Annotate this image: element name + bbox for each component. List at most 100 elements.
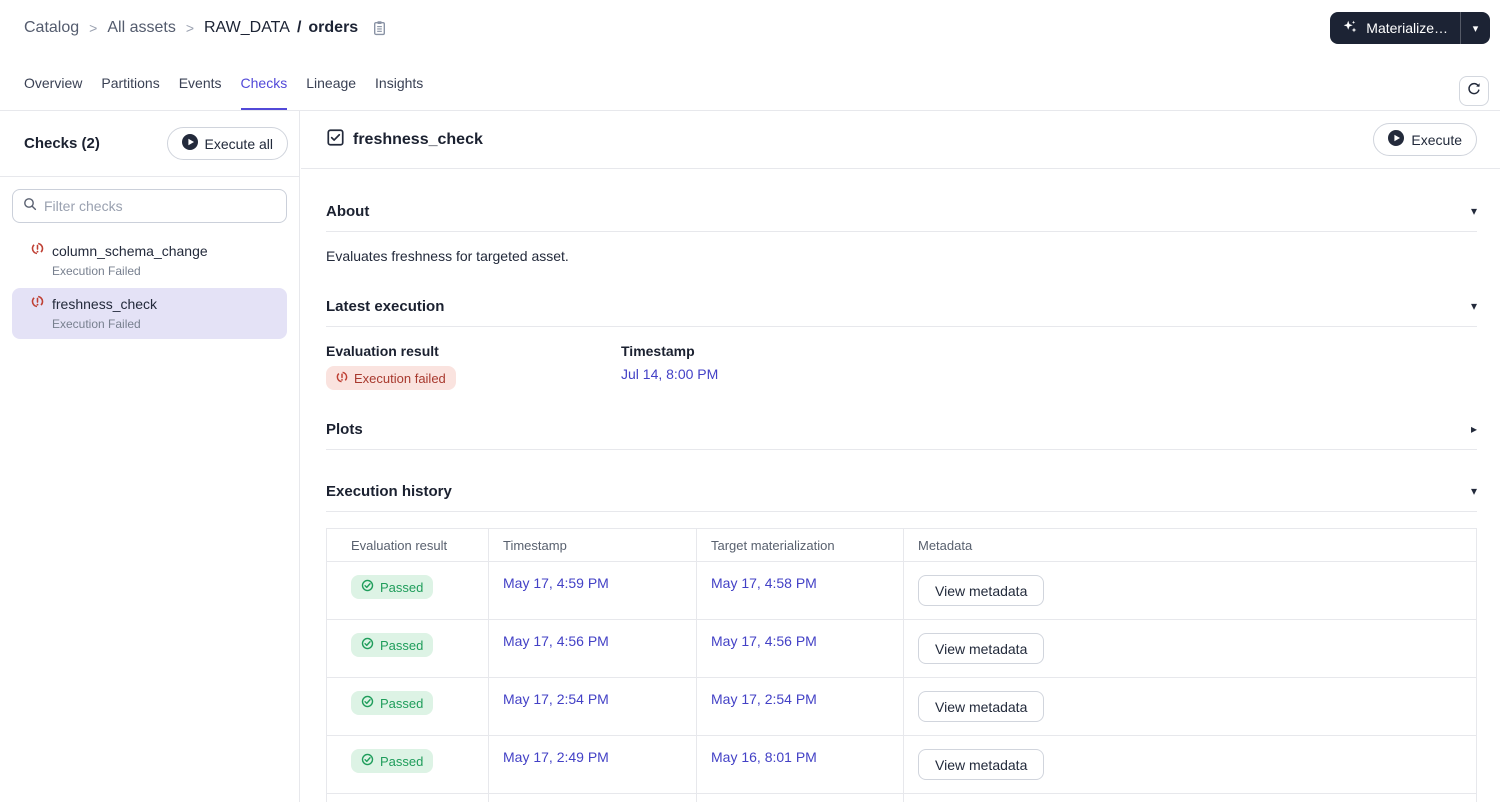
caret-down-icon: ▾ xyxy=(1472,22,1479,35)
latest-execution-fields: Evaluation result Execution failed Times… xyxy=(326,343,1477,390)
table-row: Passed May 17, 4:59 PM May 17, 4:58 PM V… xyxy=(326,561,1477,620)
breadcrumb-asset-group[interactable]: RAW_DATA xyxy=(204,19,290,37)
target-materialization-link[interactable]: May 17, 4:58 PM xyxy=(711,575,817,591)
passed-badge: Passed xyxy=(351,749,434,773)
check-item-status: Execution Failed xyxy=(52,264,141,278)
check-detail-content: About ▾ Evaluates freshness for targeted… xyxy=(301,169,1500,802)
execution-history-table: Evaluation result Timestamp Target mater… xyxy=(326,528,1477,802)
caret-down-icon[interactable]: ▾ xyxy=(1471,485,1477,497)
asset-checks-page: Catalog > All assets > RAW_DATA / orders… xyxy=(0,0,1500,802)
materialize-button-group: Materialize… ▾ xyxy=(1330,12,1490,44)
execution-history-section-header[interactable]: Execution history ▾ xyxy=(326,480,1477,502)
passed-badge-label: Passed xyxy=(380,695,424,711)
view-metadata-button[interactable]: View metadata xyxy=(918,633,1045,664)
view-metadata-button[interactable]: View metadata xyxy=(918,749,1045,780)
table-header-row: Evaluation result Timestamp Target mater… xyxy=(326,528,1477,562)
tab-lineage[interactable]: Lineage xyxy=(306,56,356,110)
check-item-column-schema-change[interactable]: column_schema_change Execution Failed xyxy=(12,235,287,286)
execution-failed-icon xyxy=(336,371,348,386)
topbar: Catalog > All assets > RAW_DATA / orders… xyxy=(0,0,1500,56)
breadcrumb-slash: / xyxy=(296,19,302,36)
filter-checks-box xyxy=(12,189,287,223)
view-metadata-button[interactable]: View metadata xyxy=(918,575,1045,606)
plots-title: Plots xyxy=(326,420,363,438)
passed-badge-label: Passed xyxy=(380,637,424,653)
filter-checks-input[interactable] xyxy=(44,198,276,214)
search-icon xyxy=(23,197,37,216)
tab-insights[interactable]: Insights xyxy=(375,56,423,110)
latest-execution-title: Latest execution xyxy=(326,297,445,315)
tab-events[interactable]: Events xyxy=(179,56,222,110)
execution-failed-badge-label: Execution failed xyxy=(354,370,446,386)
check-detail-header: freshness_check Execute xyxy=(301,111,1500,169)
section-divider xyxy=(326,231,1477,232)
execution-failed-icon xyxy=(31,295,44,313)
execute-all-label: Execute all xyxy=(204,135,273,152)
check-detail-panel: freshness_check Execute About ▾ Evaluate… xyxy=(301,111,1500,802)
execution-timestamp-link[interactable]: May 17, 2:54 PM xyxy=(503,691,609,707)
breadcrumb-catalog[interactable]: Catalog xyxy=(24,19,79,37)
execution-timestamp-link[interactable]: May 17, 2:49 PM xyxy=(503,749,609,765)
latest-execution-timestamp-link[interactable]: Jul 14, 8:00 PM xyxy=(621,366,718,382)
play-icon xyxy=(1388,130,1405,149)
passed-badge-label: Passed xyxy=(380,579,424,595)
breadcrumb-asset-name: orders xyxy=(308,19,359,36)
breadcrumb: Catalog > All assets > RAW_DATA / orders xyxy=(24,19,387,37)
check-item-freshness-check[interactable]: freshness_check Execution Failed xyxy=(12,288,287,339)
execution-history-title: Execution history xyxy=(326,482,452,500)
copy-clipboard-icon[interactable] xyxy=(372,20,387,36)
refresh-button[interactable] xyxy=(1459,76,1489,106)
execute-all-button[interactable]: Execute all xyxy=(166,127,288,160)
materialize-dropdown-button[interactable]: ▾ xyxy=(1460,12,1490,44)
check-item-status: Execution Failed xyxy=(52,317,141,331)
checks-sidebar-header: Checks (2) Execute all xyxy=(0,111,299,177)
section-divider xyxy=(326,449,1477,450)
materialize-button-label: Materialize… xyxy=(1366,20,1448,36)
checks-count-title: Checks (2) xyxy=(24,135,100,152)
table-row: Passed May 17, 2:49 PM May 16, 8:01 PM V… xyxy=(326,735,1477,794)
check-circle-icon xyxy=(361,695,374,711)
column-header-target-materialization: Target materialization xyxy=(696,528,904,562)
caret-right-icon[interactable]: ▸ xyxy=(1471,423,1477,435)
passed-badge: Passed xyxy=(351,575,434,599)
target-materialization-link[interactable]: May 17, 4:56 PM xyxy=(711,633,817,649)
about-section-header[interactable]: About ▾ xyxy=(326,200,1477,222)
execute-label: Execute xyxy=(1411,131,1462,148)
caret-down-icon[interactable]: ▾ xyxy=(1471,300,1477,312)
table-row: Passed May 17, 4:56 PM May 17, 4:56 PM V… xyxy=(326,619,1477,678)
target-materialization-link[interactable]: May 17, 2:54 PM xyxy=(711,691,817,707)
passed-badge: Passed xyxy=(351,691,434,715)
about-description: Evaluates freshness for targeted asset. xyxy=(326,248,569,264)
check-item-name: freshness_check xyxy=(52,296,158,312)
caret-down-icon[interactable]: ▾ xyxy=(1471,205,1477,217)
check-circle-icon xyxy=(361,753,374,769)
view-metadata-button[interactable]: View metadata xyxy=(918,691,1045,722)
evaluation-result-field: Evaluation result Execution failed xyxy=(326,343,621,390)
tab-partitions[interactable]: Partitions xyxy=(101,56,159,110)
timestamp-field: Timestamp Jul 14, 8:00 PM xyxy=(621,343,718,390)
materialize-button[interactable]: Materialize… xyxy=(1330,12,1460,44)
breadcrumb-asset-path: RAW_DATA / orders xyxy=(204,19,358,37)
refresh-icon xyxy=(1466,81,1482,102)
latest-execution-section-header[interactable]: Latest execution ▾ xyxy=(326,295,1477,317)
check-item-name: column_schema_change xyxy=(52,243,208,259)
passed-badge-label: Passed xyxy=(380,753,424,769)
check-square-icon xyxy=(327,128,344,151)
plots-section-header[interactable]: Plots ▸ xyxy=(326,418,1477,440)
tab-checks[interactable]: Checks xyxy=(240,56,287,110)
asset-tabs: Overview Partitions Events Checks Lineag… xyxy=(0,56,1500,111)
execution-timestamp-link[interactable]: May 17, 4:59 PM xyxy=(503,575,609,591)
column-header-evaluation-result: Evaluation result xyxy=(326,528,489,562)
sparkle-icon xyxy=(1342,19,1358,38)
evaluation-result-label: Evaluation result xyxy=(326,343,439,359)
timestamp-label: Timestamp xyxy=(621,343,695,359)
checks-list: column_schema_change Execution Failed fr… xyxy=(0,235,299,339)
play-icon xyxy=(181,134,198,153)
execution-timestamp-link[interactable]: May 17, 4:56 PM xyxy=(503,633,609,649)
execute-button[interactable]: Execute xyxy=(1373,123,1477,156)
tab-overview[interactable]: Overview xyxy=(24,56,82,110)
execution-failed-badge: Execution failed xyxy=(326,366,456,390)
table-row: Passed May 17, 2:54 PM May 17, 2:54 PM V… xyxy=(326,677,1477,736)
breadcrumb-all-assets[interactable]: All assets xyxy=(107,19,175,37)
target-materialization-link[interactable]: May 16, 8:01 PM xyxy=(711,749,817,765)
